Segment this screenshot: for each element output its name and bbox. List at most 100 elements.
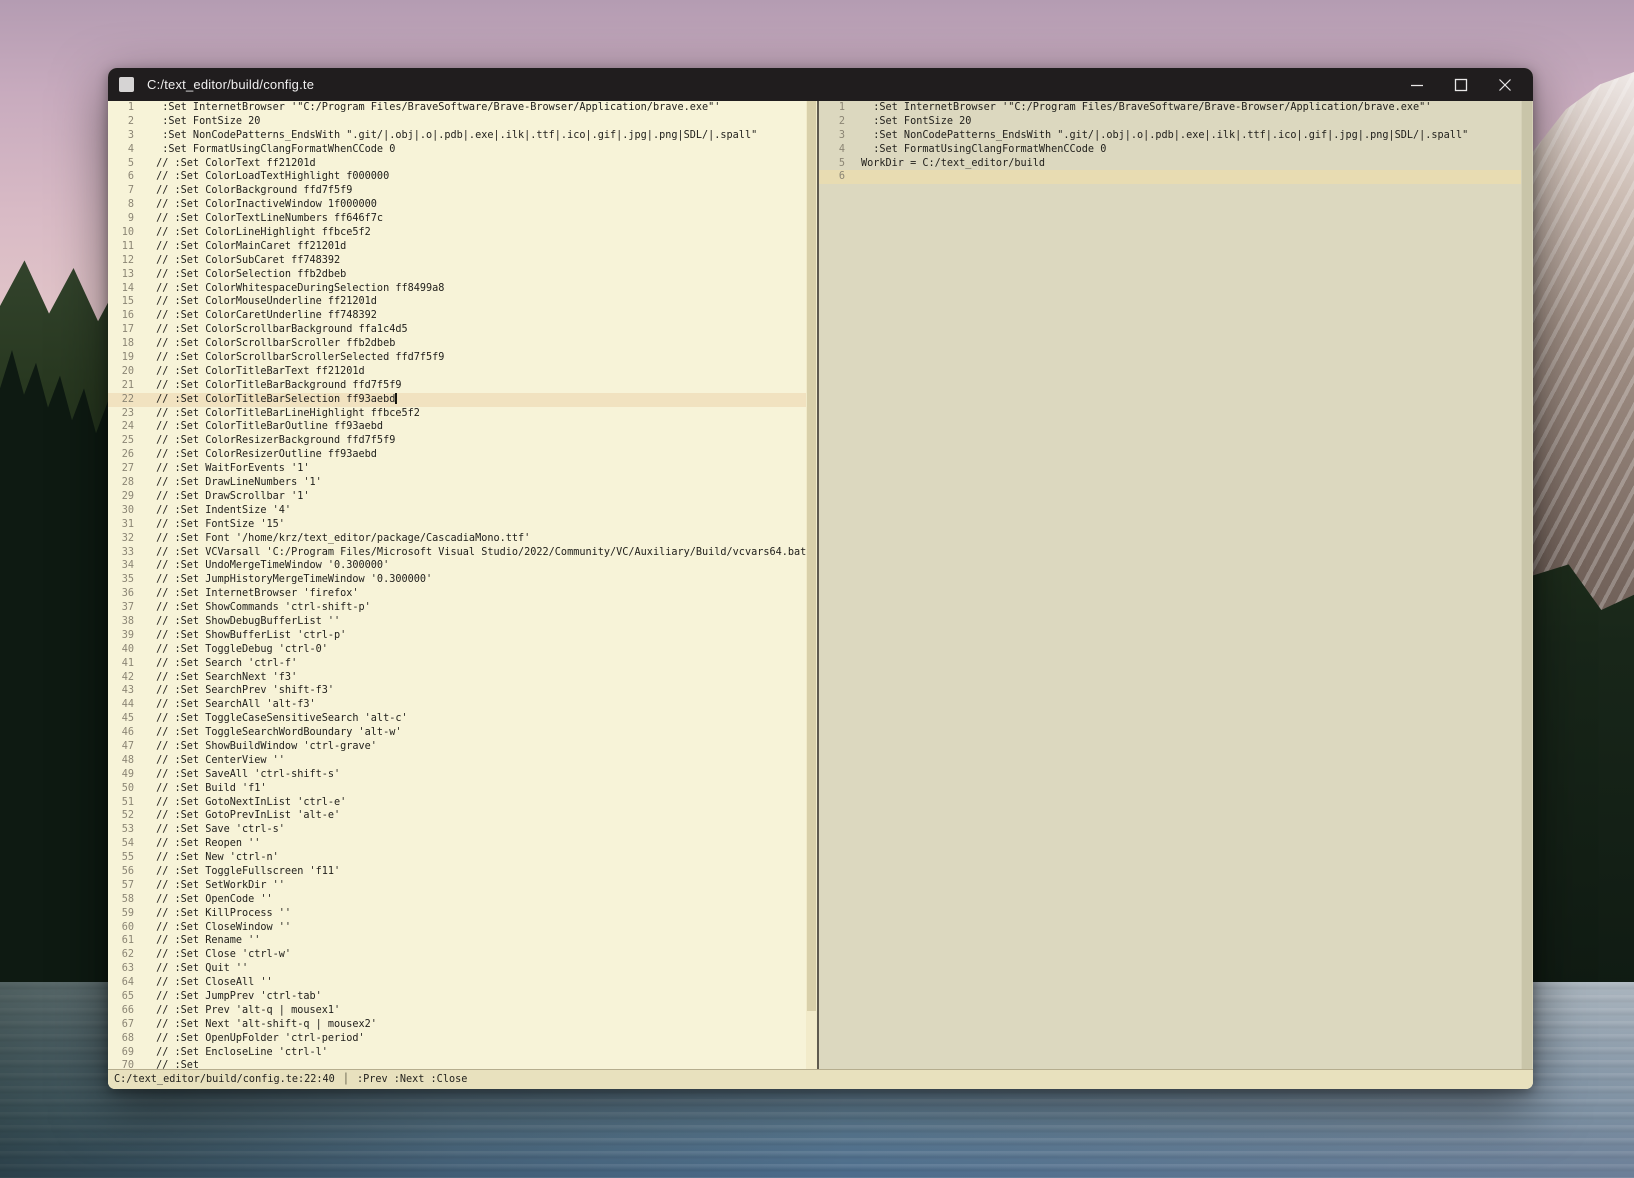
line-number: 4	[108, 143, 134, 157]
code-line[interactable]: 25 // :Set ColorResizerBackground ffd7f5…	[108, 434, 806, 448]
code-line[interactable]: 4 :Set FormatUsingClangFormatWhenCCode 0	[819, 143, 1521, 157]
code-line[interactable]: 1 :Set InternetBrowser '"C:/Program File…	[819, 101, 1521, 115]
code-line[interactable]: 4 :Set FormatUsingClangFormatWhenCCode 0	[108, 143, 806, 157]
code-line[interactable]: 45 // :Set ToggleCaseSensitiveSearch 'al…	[108, 712, 806, 726]
code-line[interactable]: 12 // :Set ColorSubCaret ff748392	[108, 254, 806, 268]
line-number: 13	[108, 268, 134, 282]
line-number: 36	[108, 587, 134, 601]
code-line[interactable]: 17 // :Set ColorScrollbarBackground ffa1…	[108, 323, 806, 337]
code-line[interactable]: 11 // :Set ColorMainCaret ff21201d	[108, 240, 806, 254]
code-line[interactable]: 14 // :Set ColorWhitespaceDuringSelectio…	[108, 282, 806, 296]
code-line[interactable]: 2 :Set FontSize 20	[819, 115, 1521, 129]
code-line[interactable]: 30 // :Set IndentSize '4'	[108, 504, 806, 518]
code-line[interactable]: 23 // :Set ColorTitleBarLineHighlight ff…	[108, 407, 806, 421]
code-line[interactable]: 9 // :Set ColorTextLineNumbers ff646f7c	[108, 212, 806, 226]
code-line[interactable]: 61 // :Set Rename ''	[108, 934, 806, 948]
code-line[interactable]: 55 // :Set New 'ctrl-n'	[108, 851, 806, 865]
code-line[interactable]: 33 // :Set VCVarsall 'C:/Program Files/M…	[108, 546, 806, 560]
code-line[interactable]: 53 // :Set Save 'ctrl-s'	[108, 823, 806, 837]
code-line[interactable]: 70 // :Set	[108, 1059, 806, 1069]
code-line[interactable]: 42 // :Set SearchNext 'f3'	[108, 671, 806, 685]
code-line[interactable]: 48 // :Set CenterView ''	[108, 754, 806, 768]
line-text: // :Set DrawScrollbar '1'	[134, 490, 309, 504]
code-line[interactable]: 41 // :Set Search 'ctrl-f'	[108, 657, 806, 671]
code-line[interactable]: 46 // :Set ToggleSearchWordBoundary 'alt…	[108, 726, 806, 740]
minimize-button[interactable]	[1395, 68, 1439, 101]
line-text: WorkDir = C:/text_editor/build	[845, 157, 1045, 171]
line-number: 43	[108, 684, 134, 698]
right-pane-scrollbar[interactable]	[1521, 101, 1533, 1069]
code-line[interactable]: 22 // :Set ColorTitleBarSelection ff93ae…	[108, 393, 806, 407]
code-line[interactable]: 32 // :Set Font '/home/krz/text_editor/p…	[108, 532, 806, 546]
code-line[interactable]: 56 // :Set ToggleFullscreen 'f11'	[108, 865, 806, 879]
scrollbar-thumb[interactable]	[1522, 101, 1532, 1069]
code-line[interactable]: 51 // :Set GotoNextInList 'ctrl-e'	[108, 796, 806, 810]
code-line[interactable]: 63 // :Set Quit ''	[108, 962, 806, 976]
line-number: 29	[108, 490, 134, 504]
code-line[interactable]: 43 // :Set SearchPrev 'shift-f3'	[108, 684, 806, 698]
code-line[interactable]: 44 // :Set SearchAll 'alt-f3'	[108, 698, 806, 712]
code-line[interactable]: 65 // :Set JumpPrev 'ctrl-tab'	[108, 990, 806, 1004]
code-line[interactable]: 36 // :Set InternetBrowser 'firefox'	[108, 587, 806, 601]
code-line[interactable]: 35 // :Set JumpHistoryMergeTimeWindow '0…	[108, 573, 806, 587]
code-line[interactable]: 60 // :Set CloseWindow ''	[108, 921, 806, 935]
code-line[interactable]: 40 // :Set ToggleDebug 'ctrl-0'	[108, 643, 806, 657]
code-line[interactable]: 54 // :Set Reopen ''	[108, 837, 806, 851]
code-line[interactable]: 39 // :Set ShowBufferList 'ctrl-p'	[108, 629, 806, 643]
code-line[interactable]: 2 :Set FontSize 20	[108, 115, 806, 129]
code-line[interactable]: 57 // :Set SetWorkDir ''	[108, 879, 806, 893]
close-button[interactable]	[1483, 68, 1527, 101]
code-line[interactable]: 5 // :Set ColorText ff21201d	[108, 157, 806, 171]
code-line[interactable]: 66 // :Set Prev 'alt-q | mousex1'	[108, 1004, 806, 1018]
code-line[interactable]: 7 // :Set ColorBackground ffd7f5f9	[108, 184, 806, 198]
code-line[interactable]: 59 // :Set KillProcess ''	[108, 907, 806, 921]
maximize-button[interactable]	[1439, 68, 1483, 101]
title-bar[interactable]: C:/text_editor/build/config.te	[108, 68, 1533, 101]
line-number: 9	[108, 212, 134, 226]
code-line[interactable]: 6 // :Set ColorLoadTextHighlight f000000	[108, 170, 806, 184]
code-line[interactable]: 26 // :Set ColorResizerOutline ff93aebd	[108, 448, 806, 462]
code-line[interactable]: 10 // :Set ColorLineHighlight ffbce5f2	[108, 226, 806, 240]
code-line[interactable]: 18 // :Set ColorScrollbarScroller ffb2db…	[108, 337, 806, 351]
code-line[interactable]: 3 :Set NonCodePatterns_EndsWith ".git/|.…	[819, 129, 1521, 143]
scrollbar-thumb[interactable]	[807, 101, 816, 1011]
code-line[interactable]: 24 // :Set ColorTitleBarOutline ff93aebd	[108, 420, 806, 434]
status-commands[interactable]: :Prev :Next :Close	[357, 1074, 467, 1085]
code-line[interactable]: 29 // :Set DrawScrollbar '1'	[108, 490, 806, 504]
code-line[interactable]: 1 :Set InternetBrowser '"C:/Program File…	[108, 101, 806, 115]
code-line[interactable]: 21 // :Set ColorTitleBarBackground ffd7f…	[108, 379, 806, 393]
code-line[interactable]: 38 // :Set ShowDebugBufferList ''	[108, 615, 806, 629]
code-line[interactable]: 68 // :Set OpenUpFolder 'ctrl-period'	[108, 1032, 806, 1046]
code-line[interactable]: 6	[819, 170, 1521, 184]
line-number: 54	[108, 837, 134, 851]
line-number: 8	[108, 198, 134, 212]
code-line[interactable]: 37 // :Set ShowCommands 'ctrl-shift-p'	[108, 601, 806, 615]
code-line[interactable]: 27 // :Set WaitForEvents '1'	[108, 462, 806, 476]
line-number: 65	[108, 990, 134, 1004]
code-line[interactable]: 64 // :Set CloseAll ''	[108, 976, 806, 990]
code-line[interactable]: 62 // :Set Close 'ctrl-w'	[108, 948, 806, 962]
code-line[interactable]: 3 :Set NonCodePatterns_EndsWith ".git/|.…	[108, 129, 806, 143]
code-line[interactable]: 31 // :Set FontSize '15'	[108, 518, 806, 532]
code-line[interactable]: 67 // :Set Next 'alt-shift-q | mousex2'	[108, 1018, 806, 1032]
code-line[interactable]: 58 // :Set OpenCode ''	[108, 893, 806, 907]
line-text: // :Set Next 'alt-shift-q | mousex2'	[134, 1018, 377, 1032]
code-line[interactable]: 47 // :Set ShowBuildWindow 'ctrl-grave'	[108, 740, 806, 754]
code-line[interactable]: 34 // :Set UndoMergeTimeWindow '0.300000…	[108, 559, 806, 573]
code-line[interactable]: 8 // :Set ColorInactiveWindow 1f000000	[108, 198, 806, 212]
code-line[interactable]: 19 // :Set ColorScrollbarScrollerSelecte…	[108, 351, 806, 365]
line-text: // :Set Prev 'alt-q | mousex1'	[134, 1004, 340, 1018]
left-pane-scrollbar[interactable]	[806, 101, 817, 1069]
code-line[interactable]: 15 // :Set ColorMouseUnderline ff21201d	[108, 295, 806, 309]
code-line[interactable]: 52 // :Set GotoPrevInList 'alt-e'	[108, 809, 806, 823]
editor-left-pane[interactable]: 1 :Set InternetBrowser '"C:/Program File…	[108, 101, 817, 1069]
code-line[interactable]: 20 // :Set ColorTitleBarText ff21201d	[108, 365, 806, 379]
code-line[interactable]: 49 // :Set SaveAll 'ctrl-shift-s'	[108, 768, 806, 782]
code-line[interactable]: 16 // :Set ColorCaretUnderline ff748392	[108, 309, 806, 323]
code-line[interactable]: 28 // :Set DrawLineNumbers '1'	[108, 476, 806, 490]
code-line[interactable]: 5WorkDir = C:/text_editor/build	[819, 157, 1521, 171]
editor-right-pane[interactable]: 1 :Set InternetBrowser '"C:/Program File…	[817, 101, 1533, 1069]
code-line[interactable]: 50 // :Set Build 'f1'	[108, 782, 806, 796]
code-line[interactable]: 69 // :Set EncloseLine 'ctrl-l'	[108, 1046, 806, 1060]
code-line[interactable]: 13 // :Set ColorSelection ffb2dbeb	[108, 268, 806, 282]
